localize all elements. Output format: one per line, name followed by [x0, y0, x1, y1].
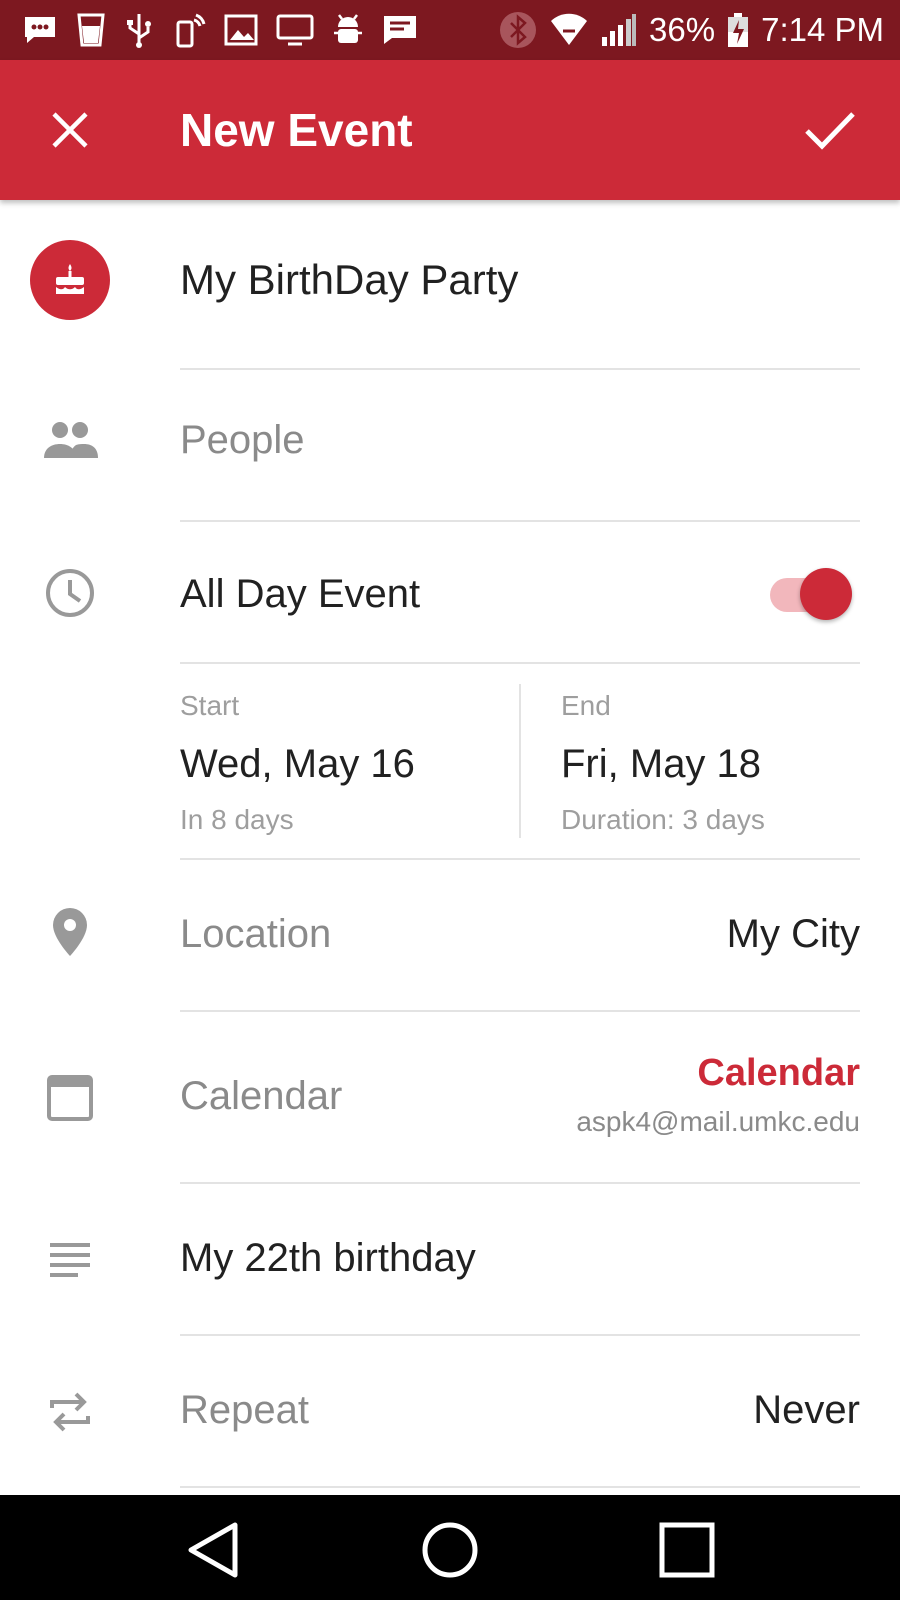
back-button[interactable]	[178, 1515, 248, 1585]
notes-icon	[40, 1230, 100, 1290]
title-row: My BirthDay Party	[0, 200, 900, 370]
cake-icon	[56, 264, 84, 294]
location-row[interactable]: Location My City	[0, 860, 900, 1012]
end-date: Fri, May 18	[561, 742, 762, 786]
image-icon	[224, 14, 258, 46]
date-range-row: Start Wed, May 16 In 8 days End Fri, May…	[0, 664, 900, 860]
clock-icon	[40, 563, 100, 623]
location-value: My City	[726, 912, 860, 956]
app-bar: New Event	[0, 60, 900, 200]
start-date-picker[interactable]: Start Wed, May 16 In 8 days	[180, 664, 520, 860]
location-pin-icon	[40, 902, 100, 962]
battery-charging-icon	[728, 13, 749, 47]
close-icon	[52, 112, 88, 148]
notification-icons	[22, 0, 418, 60]
navigation-bar	[0, 1495, 900, 1600]
chat-icon	[384, 16, 416, 44]
repeat-row[interactable]: Repeat Never	[0, 1336, 900, 1488]
people-icon	[40, 410, 100, 470]
divider	[180, 1486, 860, 1488]
toggle-thumb	[800, 568, 852, 620]
close-button[interactable]	[40, 100, 100, 160]
people-row[interactable]: People	[0, 370, 900, 522]
system-icons: 36% 7:14 PM	[499, 0, 884, 60]
start-relative: In 8 days	[180, 804, 294, 835]
repeat-icon	[40, 1382, 100, 1442]
bluetooth-icon	[500, 12, 537, 48]
repeat-value: Never	[753, 1388, 860, 1432]
calendar-name: Calendar	[697, 1052, 860, 1094]
battery-percent: 36%	[649, 11, 716, 48]
save-button[interactable]	[800, 100, 860, 160]
status-bar: 36% 7:14 PM	[0, 0, 900, 60]
all-day-label: All Day Event	[180, 572, 421, 616]
all-day-row: All Day Event	[0, 522, 900, 664]
phone-signal-icon	[176, 13, 206, 48]
home-icon	[422, 1522, 478, 1578]
date-separator	[519, 684, 521, 838]
android-debug-icon	[334, 14, 362, 43]
check-icon	[805, 112, 855, 150]
signal-icon	[602, 14, 637, 46]
end-duration: Duration: 3 days	[561, 804, 765, 835]
end-date-picker[interactable]: End Fri, May 18 Duration: 3 days	[561, 664, 861, 860]
monitor-icon	[276, 14, 314, 46]
recents-icon	[659, 1522, 715, 1578]
calendar-icon	[40, 1068, 100, 1128]
people-input[interactable]: People	[180, 418, 305, 463]
description-input[interactable]: My 22th birthday	[180, 1236, 476, 1281]
start-label: Start	[180, 690, 240, 721]
calendar-account: aspk4@mail.umkc.edu	[576, 1106, 860, 1137]
repeat-label: Repeat	[180, 1388, 309, 1432]
recents-button[interactable]	[652, 1515, 722, 1585]
clock-time: 7:14 PM	[761, 11, 884, 48]
back-icon	[188, 1522, 238, 1578]
calendar-row[interactable]: Calendar Calendar aspk4@mail.umkc.edu	[0, 1012, 900, 1184]
event-color-button[interactable]	[30, 240, 110, 320]
event-form: My BirthDay Party People All Day Event S…	[0, 200, 900, 1495]
location-label: Location	[180, 912, 332, 956]
start-date: Wed, May 16	[180, 742, 415, 786]
event-title-input[interactable]: My BirthDay Party	[180, 256, 518, 304]
wifi-icon	[551, 13, 588, 46]
home-button[interactable]	[415, 1515, 485, 1585]
cup-icon	[77, 13, 105, 47]
end-label: End	[561, 690, 611, 721]
page-title: New Event	[180, 104, 413, 156]
description-row: My 22th birthday	[0, 1184, 900, 1336]
usb-icon	[127, 14, 151, 48]
calendar-label: Calendar	[180, 1074, 343, 1118]
message-bubble-icon	[25, 17, 55, 43]
